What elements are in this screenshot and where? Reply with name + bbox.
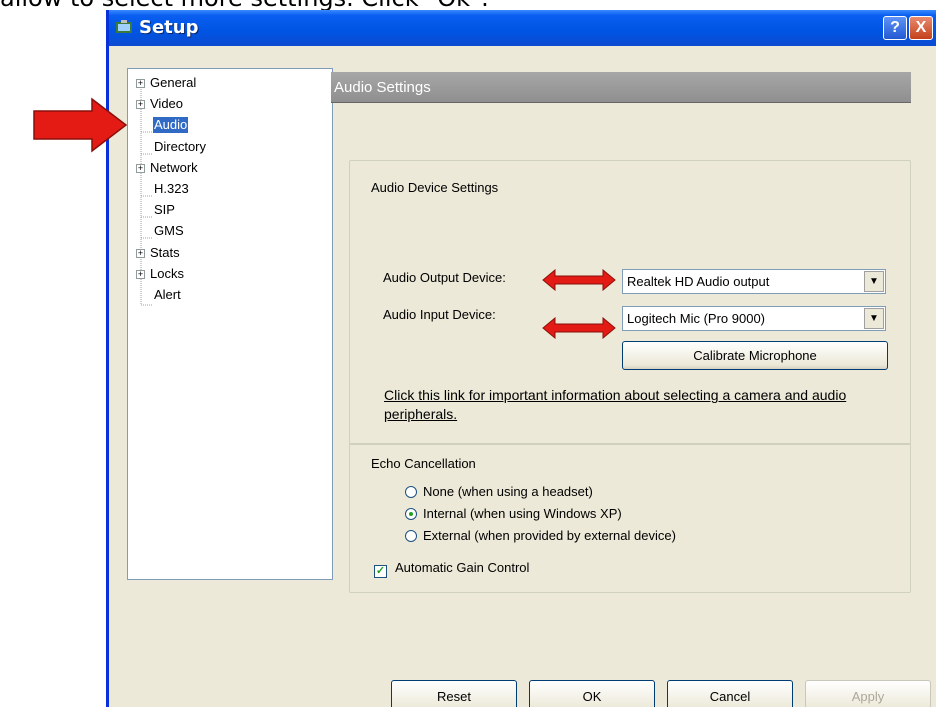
expand-icon[interactable]: + (136, 100, 145, 109)
apply-button[interactable]: Apply (805, 680, 931, 707)
section-header: Audio Settings (331, 72, 911, 103)
help-button[interactable]: ? (883, 16, 907, 40)
tree-item-directory[interactable]: Directory (153, 139, 207, 155)
echo-option-internal[interactable]: Internal (when using Windows XP) (405, 506, 622, 521)
ok-button[interactable]: OK (529, 680, 655, 707)
tree-item-video[interactable]: + Video (136, 96, 184, 112)
chevron-down-icon[interactable]: ▼ (864, 271, 884, 292)
tree-item-stats[interactable]: + Stats (136, 245, 181, 261)
cancel-button[interactable]: Cancel (667, 680, 793, 707)
close-button[interactable]: X (909, 16, 933, 40)
tree-item-h323[interactable]: H.323 (153, 181, 190, 197)
radio-button[interactable] (405, 486, 417, 498)
settings-tree[interactable]: + General + Video Audio Directory + Network… (127, 68, 333, 580)
radio-button-selected[interactable] (405, 508, 417, 520)
audio-output-select[interactable]: Realtek HD Audio output ▼ (622, 269, 886, 294)
tree-item-general[interactable]: + General (136, 75, 197, 91)
echo-option-none[interactable]: None (when using a headset) (405, 484, 593, 499)
audio-input-label: Audio Input Device: (383, 307, 496, 322)
echo-option-external[interactable]: External (when provided by external devi… (405, 528, 676, 543)
calibrate-microphone-button[interactable]: Calibrate Microphone (622, 341, 888, 370)
audio-output-label: Audio Output Device: (383, 270, 506, 285)
agc-checkbox-row[interactable]: ✓ Automatic Gain Control (374, 560, 529, 578)
title-bar[interactable]: Setup ? X (109, 10, 936, 46)
expand-icon[interactable]: + (136, 270, 145, 279)
expand-icon[interactable]: + (136, 249, 145, 258)
checkmark-icon[interactable]: ✓ (374, 565, 387, 578)
tree-item-sip[interactable]: SIP (153, 202, 176, 218)
tree-item-audio[interactable]: Audio (153, 117, 189, 133)
expand-icon[interactable]: + (136, 164, 145, 173)
double-arrow-icon (542, 269, 616, 291)
red-pointer-arrow-icon (33, 97, 128, 153)
reset-button[interactable]: Reset (391, 680, 517, 707)
window-title: Setup (139, 17, 199, 38)
tree-item-gms[interactable]: GMS (153, 223, 185, 239)
tree-item-network[interactable]: + Network (136, 160, 199, 176)
peripherals-info-link[interactable]: Click this link for important informatio… (384, 386, 904, 424)
tree-item-alert[interactable]: Alert (153, 287, 182, 303)
double-arrow-icon (542, 317, 616, 339)
echo-cancellation-title: Echo Cancellation (371, 456, 476, 471)
chevron-down-icon[interactable]: ▼ (864, 308, 884, 329)
tree-item-locks[interactable]: + Locks (136, 266, 185, 282)
audio-device-group-title: Audio Device Settings (371, 180, 499, 195)
expand-icon[interactable]: + (136, 79, 145, 88)
app-icon (116, 20, 132, 33)
audio-input-select[interactable]: Logitech Mic (Pro 9000) ▼ (622, 306, 886, 331)
setup-dialog: Setup ? X + General + Video Audio Director… (106, 10, 936, 707)
radio-button[interactable] (405, 530, 417, 542)
